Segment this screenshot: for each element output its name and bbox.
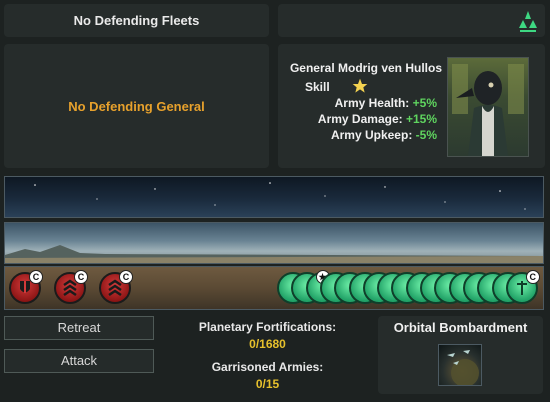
attacking-army-unit[interactable]: C: [99, 270, 133, 304]
army-upkeep-value: -5%: [415, 128, 437, 142]
retreat-button[interactable]: Retreat: [4, 316, 154, 340]
no-defending-fleets-label: No Defending Fleets: [73, 13, 200, 28]
orbital-bombardment-panel: Orbital Bombardment: [378, 316, 543, 394]
defending-fleets-panel: No Defending Fleets: [4, 4, 269, 37]
planetary-fortifications-value: 0/1680: [160, 337, 375, 351]
army-badge: C: [29, 270, 43, 284]
orbital-bombardment-icon[interactable]: [438, 344, 482, 387]
army-upkeep-stat: Army Upkeep: -5%: [331, 128, 437, 142]
battle-sky-strip: [4, 176, 544, 218]
orbital-bombardment-title: Orbital Bombardment: [393, 320, 528, 335]
planetary-fortifications-label: Planetary Fortifications:: [198, 320, 337, 334]
attacking-fleets-panel: [278, 4, 545, 37]
army-damage-stat: Army Damage: +15%: [318, 112, 437, 126]
army-damage-value: +15%: [405, 112, 437, 126]
defending-general-panel: No Defending General: [4, 44, 269, 168]
bombardment-planet-icon: [447, 350, 479, 387]
battle-ground-strip: C C C ★C: [4, 266, 544, 310]
army-health-stat: Army Health: +5%: [335, 96, 437, 110]
army-badge: C: [119, 270, 133, 284]
garrisoned-armies-label: Garrisoned Armies:: [211, 360, 324, 374]
general-name: General Modrig ven Hullos: [289, 61, 442, 75]
fortifications-value: 0/1680: [249, 337, 286, 351]
armies-value: 0/15: [255, 377, 280, 391]
army-health-value: +5%: [412, 96, 437, 110]
general-avatar-icon: [452, 64, 524, 156]
army-badge: C: [525, 270, 540, 284]
skill-label: Skill: [305, 80, 330, 94]
attacking-general-panel: General Modrig ven Hullos Skill Army Hea…: [278, 44, 545, 168]
attacking-army-unit[interactable]: C: [9, 270, 43, 304]
star-icon: [352, 78, 368, 93]
garrisoned-armies-value: 0/15: [160, 377, 375, 391]
defending-army-unit[interactable]: C: [505, 270, 540, 304]
no-defending-general-label: No Defending General: [68, 99, 205, 114]
mountain-silhouette: [5, 245, 543, 263]
attacking-army-unit[interactable]: C: [54, 270, 88, 304]
starfield: [34, 182, 526, 210]
army-upkeep-label: Army Upkeep:: [330, 128, 413, 142]
fleet-triangle-icon[interactable]: [517, 10, 539, 34]
general-portrait[interactable]: [447, 57, 529, 157]
army-badge: C: [74, 270, 88, 284]
army-health-label: Army Health:: [334, 96, 410, 110]
attack-button[interactable]: Attack: [4, 349, 154, 373]
army-damage-label: Army Damage:: [317, 112, 403, 126]
battle-horizon-strip: [4, 222, 544, 264]
